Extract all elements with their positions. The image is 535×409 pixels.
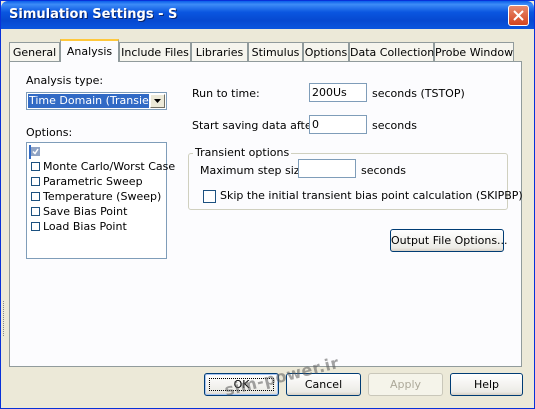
max-step-input[interactable]: [298, 159, 356, 178]
analysis-type-value: Time Domain (Transient): [28, 94, 149, 108]
left-edge-dots: [3, 301, 5, 336]
start-saving-label: Start saving data after:: [192, 119, 320, 132]
tab-options[interactable]: Options: [303, 42, 349, 61]
close-button[interactable]: [508, 5, 529, 26]
options-list: General Settings Monte Carlo/Worst Case …: [26, 142, 175, 259]
analysis-type-select[interactable]: Time Domain (Transient): [26, 92, 167, 110]
skip-bias-checkbox[interactable]: [203, 190, 216, 203]
close-icon: [513, 10, 524, 21]
start-saving-unit: seconds: [372, 119, 417, 132]
skip-bias-label: Skip the initial transient bias point ca…: [220, 189, 523, 202]
max-step-unit: seconds: [361, 164, 406, 177]
checkbox-icon[interactable]: [31, 147, 40, 156]
option-label: Parametric Sweep: [43, 175, 143, 188]
checkbox-icon[interactable]: [31, 177, 40, 186]
check-icon: [32, 148, 39, 155]
transient-options-title: Transient options: [193, 146, 292, 159]
run-to-time-label: Run to time:: [192, 87, 260, 100]
output-file-options-button[interactable]: Output File Options...: [390, 229, 508, 252]
checkbox-icon[interactable]: [31, 222, 40, 231]
tab-libraries[interactable]: Libraries: [191, 42, 248, 61]
tab-general[interactable]: General: [9, 42, 60, 61]
checkbox-icon[interactable]: [31, 162, 40, 171]
tab-data-collection[interactable]: Data Collection: [349, 42, 434, 61]
start-saving-input[interactable]: 0: [309, 115, 367, 134]
tab-stimulus[interactable]: Stimulus: [248, 42, 303, 61]
tab-probe-window[interactable]: Probe Window: [434, 42, 514, 61]
simulation-settings-dialog: Simulation Settings - S General Analysis…: [0, 0, 535, 409]
option-label: Save Bias Point: [43, 205, 128, 218]
run-to-time-unit: seconds (TSTOP): [372, 87, 465, 100]
max-step-label: Maximum step size:: [200, 164, 311, 177]
window-title: Simulation Settings - S: [9, 7, 178, 22]
option-label: General Settings: [43, 145, 135, 158]
analysis-type-label: Analysis type:: [26, 74, 104, 87]
title-bar[interactable]: Simulation Settings - S: [1, 1, 534, 29]
checkbox-icon[interactable]: [31, 192, 40, 201]
run-to-time-input[interactable]: 200Us: [309, 83, 367, 102]
option-label: Monte Carlo/Worst Case: [43, 160, 176, 173]
tab-include-files[interactable]: Include Files: [119, 42, 191, 61]
option-label: Temperature (Sweep): [43, 190, 162, 203]
option-general-settings[interactable]: General Settings: [29, 145, 135, 159]
option-label: Load Bias Point: [43, 220, 127, 233]
chevron-down-icon: [154, 99, 161, 103]
checkbox-icon[interactable]: [31, 207, 40, 216]
dropdown-arrow-button[interactable]: [150, 94, 165, 108]
options-label: Options:: [26, 126, 73, 139]
tab-analysis[interactable]: Analysis: [60, 39, 119, 62]
help-button[interactable]: Help: [450, 373, 523, 396]
apply-button[interactable]: Apply: [368, 373, 443, 396]
